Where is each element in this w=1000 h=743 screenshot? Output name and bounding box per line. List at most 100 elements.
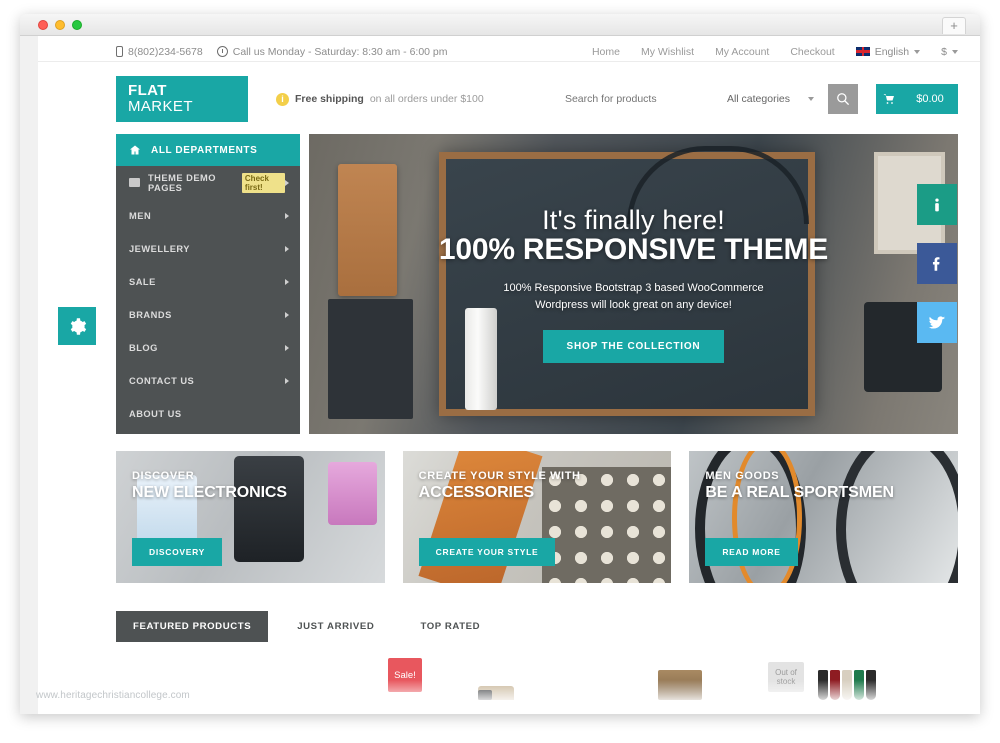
page-viewport: 8(802)234-5678 Call us Monday - Saturday…	[38, 36, 980, 714]
promo-text-block: CREATE YOUR STYLE WITH ACCESSORIES	[419, 470, 660, 502]
nav-link-my-account[interactable]: My Account	[715, 46, 769, 58]
promo-button-discovery[interactable]: DISCOVERY	[132, 538, 223, 566]
hero-title-big: 100% RESPONSIVE THEME	[438, 233, 829, 266]
main-content: ALL DEPARTMENTS THEME DEMO PAGES Check f…	[38, 134, 980, 434]
info-icon	[935, 197, 939, 211]
language-label: English	[874, 45, 910, 58]
close-window-button[interactable]	[38, 20, 48, 30]
sidebar-item-label: BLOG	[129, 342, 158, 353]
info-icon: i	[276, 92, 289, 106]
promo-subtitle: DISCOVER	[132, 470, 195, 482]
logo-line-1: FLAT	[128, 81, 167, 99]
settings-tab-button[interactable]	[58, 307, 96, 345]
header-search-group: All categories $0.00	[564, 84, 958, 114]
chevron-down-icon	[808, 97, 814, 101]
site-topbar: 8(802)234-5678 Call us Monday - Saturday…	[38, 36, 980, 62]
hero-cta-button[interactable]: SHOP THE COLLECTION	[542, 330, 725, 363]
product-thumbnail[interactable]	[658, 670, 702, 700]
sidebar-item-blog[interactable]: BLOG	[116, 331, 300, 364]
promo-banner-accessories[interactable]: CREATE YOUR STYLE WITH ACCESSORIES CREAT…	[402, 451, 672, 583]
social-button-twitter[interactable]	[917, 302, 957, 343]
site-logo[interactable]: FLAT MARKET	[116, 76, 248, 122]
logo-line-2: MARKET	[128, 98, 193, 115]
category-select-label: All categories	[726, 93, 790, 105]
chevron-right-icon	[285, 212, 289, 219]
zoom-window-button[interactable]	[72, 20, 82, 30]
promo-banner-row: DISCOVER NEW ELECTRONICS DISCOVERY CREAT…	[38, 434, 980, 583]
chevron-right-icon	[285, 311, 289, 318]
cart-button[interactable]: $0.00	[876, 84, 958, 114]
product-thumbnail[interactable]	[818, 670, 876, 700]
tab-just-arrived[interactable]: JUST ARRIVED	[280, 611, 391, 642]
sidebar-item-sale[interactable]: SALE	[116, 265, 300, 298]
hero-subtitle: 100% Responsive Bootstrap 3 based WooCom…	[503, 280, 763, 313]
browser-titlebar: +	[20, 14, 980, 36]
chevron-right-icon	[285, 377, 289, 384]
nav-link-home[interactable]: Home	[592, 46, 620, 58]
hero-banner[interactable]: It's finally here! 100% RESPONSIVE THEME…	[309, 134, 958, 434]
browser-window: + 8(802)234-5678 Call us Monday - Saturd…	[20, 14, 980, 714]
sidebar-item-theme-demo-pages[interactable]: THEME DEMO PAGES Check first!	[116, 166, 300, 199]
facebook-icon	[932, 256, 940, 271]
minimize-window-button[interactable]	[55, 20, 65, 30]
sidebar-item-jewellery[interactable]: JEWELLERY	[116, 232, 300, 265]
grid-icon	[129, 178, 140, 187]
currency-label: $	[941, 45, 947, 58]
topbar-contact-group: 8(802)234-5678 Call us Monday - Saturday…	[116, 46, 448, 58]
sidebar-item-contact-us[interactable]: CONTACT US	[116, 364, 300, 397]
opening-hours: Call us Monday - Saturday: 8:30 am - 6:0…	[232, 45, 448, 58]
gear-icon	[70, 317, 86, 335]
free-shipping-strong: Free shipping	[295, 93, 364, 105]
sidebar-item-men[interactable]: MEN	[116, 199, 300, 232]
free-shipping-notice: i Free shipping on all orders under $100	[276, 92, 484, 106]
tab-top-rated[interactable]: TOP RATED	[403, 611, 497, 642]
nav-link-my-wishlist[interactable]: My Wishlist	[641, 46, 694, 58]
sidebar-header-all-departments[interactable]: ALL DEPARTMENTS	[116, 134, 300, 166]
currency-switcher[interactable]: $	[941, 46, 958, 58]
window-controls[interactable]	[38, 20, 82, 30]
chevron-right-icon	[285, 245, 289, 252]
category-select[interactable]: All categories	[727, 93, 814, 105]
search-button[interactable]	[828, 84, 858, 114]
sidebar-item-label: THEME DEMO PAGES	[148, 172, 217, 193]
social-button-info[interactable]	[917, 184, 957, 225]
new-tab-button[interactable]: +	[942, 17, 966, 34]
promo-button-create-your-style[interactable]: CREATE YOUR STYLE	[418, 538, 556, 566]
all-departments-label: ALL DEPARTMENTS	[151, 144, 258, 156]
language-switcher[interactable]: English	[855, 45, 921, 58]
product-thumbnail[interactable]	[478, 686, 514, 700]
promo-subtitle: CREATE YOUR STYLE WITH	[418, 470, 581, 482]
sidebar-item-label: MEN	[129, 210, 152, 221]
twitter-icon	[928, 315, 946, 329]
promo-title: BE A REAL SPORTSMEN	[705, 484, 894, 501]
promo-button-read-more[interactable]: READ MORE	[705, 538, 798, 566]
promo-text-block: DISCOVER NEW ELECTRONICS	[132, 470, 373, 502]
cart-total: $0.00	[916, 93, 944, 105]
out-of-stock-badge: Out of stock	[768, 662, 804, 692]
promo-title: NEW ELECTRONICS	[132, 484, 287, 501]
sidebar-item-about-us[interactable]: ABOUT US	[116, 397, 300, 430]
sidebar-item-label: CONTACT US	[129, 375, 195, 386]
promo-banner-sportsmen[interactable]: MEN GOODS BE A REAL SPORTSMEN READ MORE	[689, 451, 959, 583]
search-input[interactable]	[564, 93, 705, 105]
social-sidebar	[917, 184, 957, 361]
product-tabs: FEATURED PRODUCTS JUST ARRIVED TOP RATED	[38, 583, 980, 642]
departments-sidebar: ALL DEPARTMENTS THEME DEMO PAGES Check f…	[116, 134, 300, 434]
nav-link-checkout[interactable]: Checkout	[790, 46, 834, 58]
hero-content: It's finally here! 100% RESPONSIVE THEME…	[309, 134, 958, 434]
topbar-nav: Home My Wishlist My Account Checkout Eng…	[592, 46, 958, 58]
chevron-down-icon	[952, 49, 958, 54]
tab-featured-products[interactable]: FEATURED PRODUCTS	[116, 611, 269, 642]
watermark: www.heritagechristiancollege.com	[36, 690, 190, 701]
sidebar-item-label: ABOUT US	[129, 408, 182, 419]
chevron-right-icon	[285, 278, 289, 285]
phone-icon	[116, 46, 123, 57]
promo-banner-electronics[interactable]: DISCOVER NEW ELECTRONICS DISCOVERY	[116, 451, 385, 583]
home-icon	[130, 145, 140, 155]
sale-badge: Sale!	[388, 658, 422, 692]
social-button-facebook[interactable]	[917, 243, 957, 284]
chevron-right-icon	[285, 344, 289, 351]
phone-block: 8(802)234-5678	[116, 46, 203, 58]
sidebar-item-brands[interactable]: BRANDS	[116, 298, 300, 331]
search-icon	[837, 93, 849, 105]
